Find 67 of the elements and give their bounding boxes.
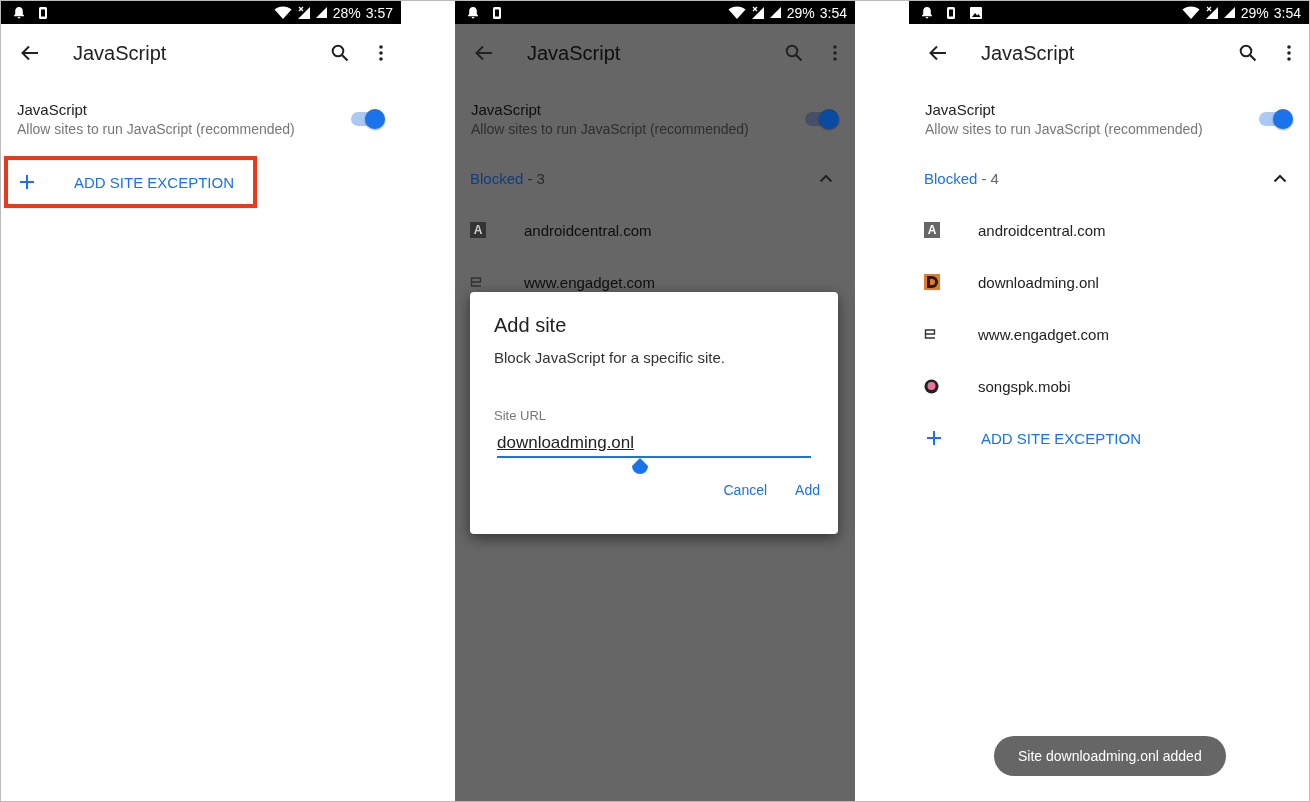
signal-off-icon [750, 5, 765, 20]
setting-title: JavaScript [17, 101, 89, 118]
toast-message: Site downloadming.onl added [994, 736, 1226, 776]
battery-percent: 28% [332, 4, 361, 21]
site-name[interactable]: androidcentral.com [524, 221, 652, 239]
setting-title: JavaScript [925, 101, 997, 118]
image-icon [969, 5, 983, 20]
clock-time: 3:57 [365, 4, 393, 21]
plus-icon [19, 174, 35, 190]
setting-description: Allow sites to run JavaScript (recommended) [471, 121, 750, 137]
signal-icon [1223, 6, 1236, 19]
clock-time: 3:54 [1273, 4, 1301, 21]
signal-off-icon [1204, 5, 1219, 20]
more-options-icon[interactable] [379, 45, 383, 61]
setting-title: JavaScript [471, 101, 543, 118]
dialog-button[interactable]: Cancel [715, 476, 776, 504]
toggle-switch[interactable] [351, 112, 383, 126]
signal-icon [315, 6, 328, 19]
section-count: - 3 [527, 169, 546, 187]
bell-icon [921, 6, 933, 19]
back-arrow-icon[interactable] [929, 45, 947, 61]
signal-off-icon [296, 5, 311, 20]
back-arrow-icon[interactable] [21, 45, 39, 61]
plus-icon [926, 430, 942, 446]
site-favicon: A [924, 222, 940, 238]
phone-icon [492, 5, 502, 20]
field-label: Site URL [494, 408, 548, 423]
setting-description: Allow sites to run JavaScript (recommended) [17, 121, 296, 137]
wifi-icon [727, 5, 746, 20]
dialog-button[interactable]: Add [787, 476, 828, 504]
dialog-title: Add site [494, 314, 568, 337]
add-site-exception-button[interactable]: ADD SITE EXCEPTION [4, 156, 257, 208]
site-name[interactable]: www.engadget.com [524, 273, 655, 291]
site-favicon: A [470, 222, 486, 238]
phone-icon [946, 5, 956, 20]
battery-percent: 29% [786, 4, 815, 21]
setting-description: Allow sites to run JavaScript (recommended) [925, 121, 1204, 137]
wifi-icon [273, 5, 292, 20]
battery-percent: 29% [1240, 4, 1269, 21]
screen-title: JavaScript [527, 41, 622, 65]
site-favicon [924, 329, 936, 339]
chevron-up-icon[interactable] [1273, 173, 1287, 183]
site-name[interactable]: androidcentral.com [978, 221, 1106, 239]
search-icon[interactable] [1239, 44, 1257, 62]
signal-icon [769, 6, 782, 19]
phone-icon [38, 5, 48, 20]
more-options-icon[interactable] [1287, 45, 1291, 61]
toggle-switch[interactable] [805, 112, 837, 126]
section-count: - 4 [981, 169, 1000, 187]
site-favicon [924, 378, 939, 394]
search-icon[interactable] [331, 44, 349, 62]
bell-icon [13, 6, 25, 19]
add-site-exception-button[interactable]: ADD SITE EXCEPTION [912, 412, 1165, 464]
site-favicon [470, 277, 482, 287]
bell-icon [467, 6, 479, 19]
site-name[interactable]: songspk.mobi [978, 377, 1071, 395]
toggle-switch[interactable] [1259, 112, 1291, 126]
site-name[interactable]: www.engadget.com [978, 325, 1109, 343]
site-name[interactable]: downloadming.onl [978, 273, 1099, 291]
site-url-field[interactable]: downloadming.onl [497, 431, 811, 458]
screen-title: JavaScript [73, 41, 168, 65]
screen-title: JavaScript [981, 41, 1076, 65]
site-favicon [924, 274, 940, 290]
wifi-icon [1181, 5, 1200, 20]
section-label[interactable]: Blocked [924, 169, 978, 187]
clock-time: 3:54 [819, 4, 847, 21]
dialog-message: Block JavaScript for a specific site. [494, 349, 726, 366]
